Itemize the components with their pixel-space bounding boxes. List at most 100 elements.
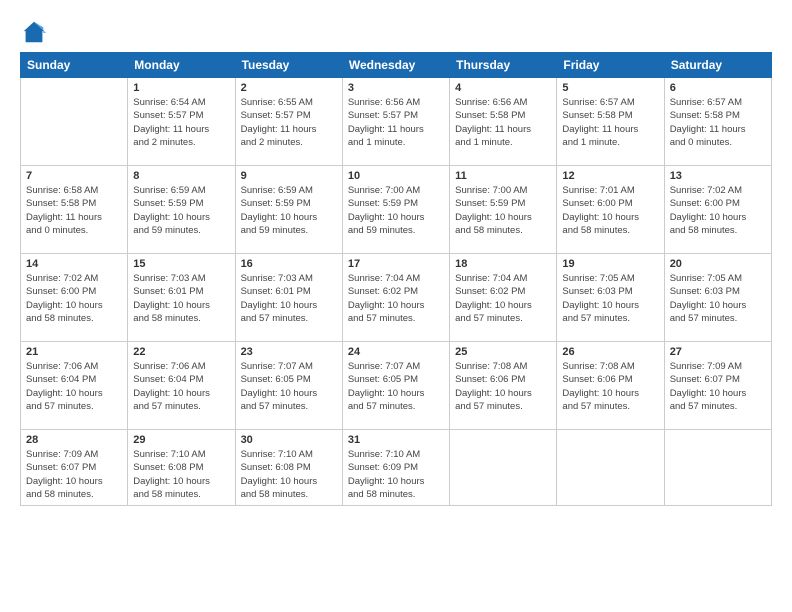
day-info: Sunrise: 7:00 AMSunset: 5:59 PMDaylight:… — [348, 184, 444, 237]
day-info: Sunrise: 7:07 AMSunset: 6:05 PMDaylight:… — [241, 360, 337, 413]
day-number: 11 — [455, 170, 551, 182]
calendar-cell: 9 Sunrise: 6:59 AMSunset: 5:59 PMDaylight… — [235, 166, 342, 254]
day-number: 24 — [348, 346, 444, 358]
day-info: Sunrise: 7:04 AMSunset: 6:02 PMDaylight:… — [348, 272, 444, 325]
day-info: Sunrise: 7:03 AMSunset: 6:01 PMDaylight:… — [241, 272, 337, 325]
day-info: Sunrise: 6:56 AMSunset: 5:57 PMDaylight:… — [348, 96, 444, 149]
calendar-cell: 16 Sunrise: 7:03 AMSunset: 6:01 PMDayligh… — [235, 254, 342, 342]
day-info: Sunrise: 7:05 AMSunset: 6:03 PMDaylight:… — [562, 272, 658, 325]
calendar-cell — [557, 430, 664, 506]
day-info: Sunrise: 6:54 AMSunset: 5:57 PMDaylight:… — [133, 96, 229, 149]
day-number: 14 — [26, 258, 122, 270]
calendar-cell: 28Sunrise: 7:09 AMSunset: 6:07 PMDayligh… — [21, 430, 128, 506]
calendar-cell: 21 Sunrise: 7:06 AMSunset: 6:04 PMDayligh… — [21, 342, 128, 430]
weekday-header-tuesday: Tuesday — [235, 53, 342, 78]
day-number: 12 — [562, 170, 658, 182]
calendar-cell: 31Sunrise: 7:10 AMSunset: 6:09 PMDayligh… — [342, 430, 449, 506]
day-number: 6 — [670, 82, 766, 94]
day-info: Sunrise: 7:06 AMSunset: 6:04 PMDaylight:… — [133, 360, 229, 413]
day-info: Sunrise: 7:06 AMSunset: 6:04 PMDaylight:… — [26, 360, 122, 413]
day-number: 18 — [455, 258, 551, 270]
day-number: 3 — [348, 82, 444, 94]
week-row-4: 21 Sunrise: 7:06 AMSunset: 6:04 PMDayligh… — [21, 342, 772, 430]
calendar-cell: 22 Sunrise: 7:06 AMSunset: 6:04 PMDayligh… — [128, 342, 235, 430]
calendar-table: SundayMondayTuesdayWednesdayThursdayFrid… — [20, 52, 772, 506]
day-info: Sunrise: 7:08 AMSunset: 6:06 PMDaylight:… — [455, 360, 551, 413]
day-number: 17 — [348, 258, 444, 270]
day-info: Sunrise: 7:01 AMSunset: 6:00 PMDaylight:… — [562, 184, 658, 237]
calendar-cell: 24 Sunrise: 7:07 AMSunset: 6:05 PMDayligh… — [342, 342, 449, 430]
day-number: 16 — [241, 258, 337, 270]
day-number: 25 — [455, 346, 551, 358]
day-number: 20 — [670, 258, 766, 270]
calendar-cell: 12 Sunrise: 7:01 AMSunset: 6:00 PMDayligh… — [557, 166, 664, 254]
week-row-5: 28Sunrise: 7:09 AMSunset: 6:07 PMDayligh… — [21, 430, 772, 506]
day-info: Sunrise: 6:56 AMSunset: 5:58 PMDaylight:… — [455, 96, 551, 149]
day-number: 21 — [26, 346, 122, 358]
header — [20, 18, 772, 46]
day-info: Sunrise: 7:05 AMSunset: 6:03 PMDaylight:… — [670, 272, 766, 325]
weekday-header-thursday: Thursday — [450, 53, 557, 78]
day-info: Sunrise: 6:57 AMSunset: 5:58 PMDaylight:… — [670, 96, 766, 149]
calendar-page: SundayMondayTuesdayWednesdayThursdayFrid… — [0, 0, 792, 612]
day-number: 31 — [348, 434, 444, 446]
calendar-cell: 18 Sunrise: 7:04 AMSunset: 6:02 PMDayligh… — [450, 254, 557, 342]
day-number: 30 — [241, 434, 337, 446]
calendar-cell: 26 Sunrise: 7:08 AMSunset: 6:06 PMDayligh… — [557, 342, 664, 430]
day-info: Sunrise: 7:10 AMSunset: 6:08 PMDaylight:… — [241, 448, 337, 501]
day-number: 15 — [133, 258, 229, 270]
weekday-header-wednesday: Wednesday — [342, 53, 449, 78]
day-number: 7 — [26, 170, 122, 182]
calendar-cell: 17 Sunrise: 7:04 AMSunset: 6:02 PMDayligh… — [342, 254, 449, 342]
day-info: Sunrise: 7:08 AMSunset: 6:06 PMDaylight:… — [562, 360, 658, 413]
calendar-cell: 10 Sunrise: 7:00 AMSunset: 5:59 PMDayligh… — [342, 166, 449, 254]
calendar-cell: 3 Sunrise: 6:56 AMSunset: 5:57 PMDaylight… — [342, 78, 449, 166]
calendar-cell: 8 Sunrise: 6:59 AMSunset: 5:59 PMDaylight… — [128, 166, 235, 254]
day-info: Sunrise: 7:10 AMSunset: 6:08 PMDaylight:… — [133, 448, 229, 501]
day-number: 28 — [26, 434, 122, 446]
logo-icon — [20, 18, 48, 46]
weekday-header-saturday: Saturday — [664, 53, 771, 78]
calendar-cell: 30 Sunrise: 7:10 AMSunset: 6:08 PMDayligh… — [235, 430, 342, 506]
day-info: Sunrise: 6:59 AMSunset: 5:59 PMDaylight:… — [241, 184, 337, 237]
calendar-cell: 27Sunrise: 7:09 AMSunset: 6:07 PMDayligh… — [664, 342, 771, 430]
calendar-cell: 6 Sunrise: 6:57 AMSunset: 5:58 PMDaylight… — [664, 78, 771, 166]
weekday-header-row: SundayMondayTuesdayWednesdayThursdayFrid… — [21, 53, 772, 78]
calendar-cell: 11 Sunrise: 7:00 AMSunset: 5:59 PMDayligh… — [450, 166, 557, 254]
day-info: Sunrise: 7:07 AMSunset: 6:05 PMDaylight:… — [348, 360, 444, 413]
calendar-cell — [664, 430, 771, 506]
calendar-cell: 5 Sunrise: 6:57 AMSunset: 5:58 PMDaylight… — [557, 78, 664, 166]
day-info: Sunrise: 7:00 AMSunset: 5:59 PMDaylight:… — [455, 184, 551, 237]
day-number: 29 — [133, 434, 229, 446]
calendar-cell: 25 Sunrise: 7:08 AMSunset: 6:06 PMDayligh… — [450, 342, 557, 430]
calendar-cell: 19 Sunrise: 7:05 AMSunset: 6:03 PMDayligh… — [557, 254, 664, 342]
calendar-cell: 7Sunrise: 6:58 AMSunset: 5:58 PMDaylight… — [21, 166, 128, 254]
day-number: 1 — [133, 82, 229, 94]
day-info: Sunrise: 6:57 AMSunset: 5:58 PMDaylight:… — [562, 96, 658, 149]
logo — [20, 18, 52, 46]
day-number: 9 — [241, 170, 337, 182]
day-number: 10 — [348, 170, 444, 182]
calendar-cell: 2Sunrise: 6:55 AMSunset: 5:57 PMDaylight… — [235, 78, 342, 166]
calendar-cell — [21, 78, 128, 166]
calendar-cell — [450, 430, 557, 506]
day-number: 27 — [670, 346, 766, 358]
day-number: 22 — [133, 346, 229, 358]
calendar-cell: 1 Sunrise: 6:54 AMSunset: 5:57 PMDaylight… — [128, 78, 235, 166]
weekday-header-monday: Monday — [128, 53, 235, 78]
day-info: Sunrise: 6:55 AMSunset: 5:57 PMDaylight:… — [241, 96, 337, 149]
calendar-cell: 23Sunrise: 7:07 AMSunset: 6:05 PMDayligh… — [235, 342, 342, 430]
week-row-2: 7Sunrise: 6:58 AMSunset: 5:58 PMDaylight… — [21, 166, 772, 254]
day-info: Sunrise: 6:59 AMSunset: 5:59 PMDaylight:… — [133, 184, 229, 237]
weekday-header-friday: Friday — [557, 53, 664, 78]
day-info: Sunrise: 7:04 AMSunset: 6:02 PMDaylight:… — [455, 272, 551, 325]
week-row-1: 1 Sunrise: 6:54 AMSunset: 5:57 PMDaylight… — [21, 78, 772, 166]
day-number: 26 — [562, 346, 658, 358]
calendar-cell: 4 Sunrise: 6:56 AMSunset: 5:58 PMDaylight… — [450, 78, 557, 166]
day-number: 8 — [133, 170, 229, 182]
day-info: Sunrise: 7:03 AMSunset: 6:01 PMDaylight:… — [133, 272, 229, 325]
day-number: 5 — [562, 82, 658, 94]
day-number: 19 — [562, 258, 658, 270]
day-number: 4 — [455, 82, 551, 94]
day-info: Sunrise: 7:02 AMSunset: 6:00 PMDaylight:… — [26, 272, 122, 325]
